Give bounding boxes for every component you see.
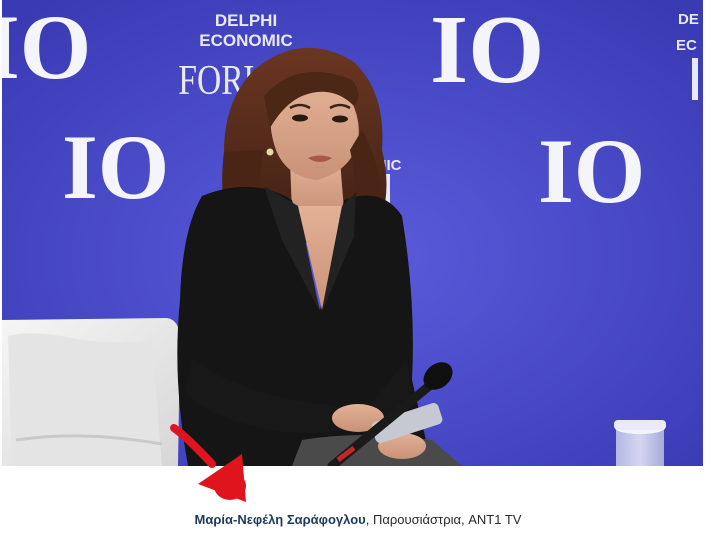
- person-role: Παρουσιάστρια, ANT1 TV: [372, 512, 522, 527]
- io-logo-mid-right: IO: [538, 120, 645, 222]
- white-armchair: [2, 318, 180, 466]
- forum-logo-line-1: DELPHI: [215, 11, 277, 30]
- article-figure: IO IO IO IO DELPHI ECONOMIC FORUM DE EC …: [0, 0, 716, 537]
- event-photo: IO IO IO IO DELPHI ECONOMIC FORUM DE EC …: [2, 0, 703, 466]
- left-eye: [292, 114, 308, 122]
- io-logo-top-left: IO: [2, 0, 91, 98]
- photo-caption: Μαρία-Νεφέλη Σαράφογλου, Παρουσιάστρια, …: [0, 511, 716, 529]
- caption-separator: ,: [365, 512, 373, 527]
- red-arrow-icon: [170, 424, 246, 502]
- io-logo-top-right: IO: [430, 0, 544, 104]
- io-logo-mid-left: IO: [62, 116, 169, 218]
- earring: [266, 148, 274, 156]
- right-eye: [332, 115, 348, 123]
- water-glass: [614, 420, 666, 466]
- forum-logo-line-2: ECONOMIC: [199, 31, 293, 50]
- photo-scene: IO IO IO IO DELPHI ECONOMIC FORUM DE EC …: [2, 0, 703, 466]
- person-name: Μαρία-Νεφέλη Σαράφογλου: [194, 512, 366, 527]
- svg-text:DE: DE: [678, 11, 699, 28]
- svg-text:EC: EC: [676, 37, 697, 54]
